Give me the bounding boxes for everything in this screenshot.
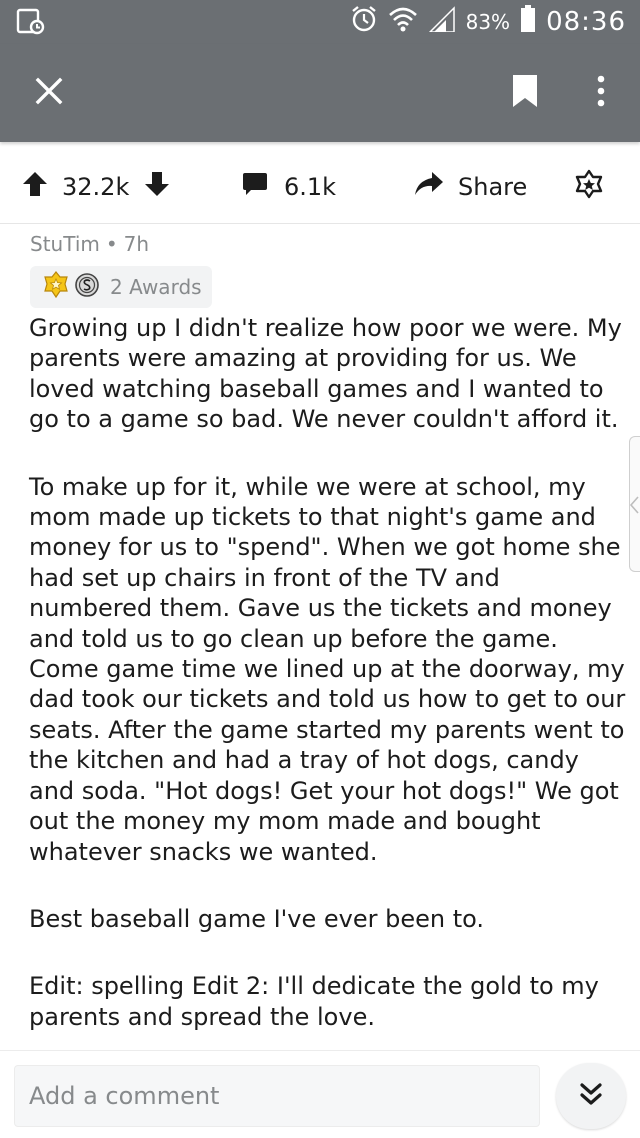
post-action-bar: 32.2k 6.1k Share	[0, 150, 640, 224]
post-paragraph: Edit: spelling Edit 2: I'll dedicate the…	[29, 972, 599, 1031]
share-arrow-icon	[414, 171, 444, 203]
more-options-button[interactable]	[578, 68, 624, 118]
app-bar	[0, 44, 640, 142]
vote-score: 32.2k	[62, 173, 130, 201]
post-paragraph: To make up for it, while we were at scho…	[29, 472, 626, 866]
post-paragraph: Best baseball game I've ever been to.	[29, 904, 485, 933]
award-icon	[574, 169, 604, 205]
wifi-icon	[388, 5, 418, 39]
comment-bubble-icon	[242, 171, 268, 203]
chevron-left-icon	[628, 495, 640, 515]
status-bar: 83% 08:36	[0, 0, 640, 44]
battery-percent: 83%	[465, 10, 511, 34]
downvote-arrow-icon	[144, 171, 170, 203]
meta-separator: •	[105, 232, 118, 256]
upvote-arrow-icon	[22, 171, 48, 203]
downvote-button[interactable]	[144, 150, 170, 224]
bookmark-icon	[511, 74, 539, 112]
share-label[interactable]: Share	[458, 150, 527, 224]
share-button[interactable]	[414, 150, 444, 224]
save-button[interactable]	[502, 68, 548, 118]
battery-icon	[520, 5, 536, 39]
clock: 08:36	[546, 7, 626, 37]
gold-award-icon	[42, 270, 70, 304]
double-chevron-down-icon	[577, 1080, 605, 1112]
author-name[interactable]: StuTim	[30, 232, 100, 256]
post-age: 7h	[123, 232, 150, 256]
close-button[interactable]	[22, 68, 76, 118]
jump-to-comment-button[interactable]	[556, 1063, 626, 1129]
comments-count: 6.1k	[284, 173, 337, 201]
signal-icon	[427, 6, 456, 38]
post-paragraph: Growing up I didn't realize how poor we …	[29, 314, 622, 434]
awards-count-label: 2 Awards	[110, 275, 202, 299]
close-icon	[35, 77, 63, 109]
alarm-icon	[350, 5, 378, 39]
post-meta: StuTim • 7h	[30, 232, 149, 256]
post-body: Growing up I didn't realize how poor we …	[29, 313, 629, 1032]
comments-button[interactable]	[242, 150, 268, 224]
screenshot-notification-icon	[16, 8, 46, 36]
upvote-button[interactable]	[22, 150, 48, 224]
give-award-button[interactable]	[574, 150, 604, 224]
awards-pill[interactable]: 2 Awards	[30, 266, 212, 308]
side-drawer-handle[interactable]	[629, 436, 640, 572]
add-comment-input[interactable]: Add a comment	[14, 1065, 540, 1127]
more-vertical-icon	[597, 75, 605, 111]
silver-award-icon	[74, 272, 100, 303]
comment-bar: Add a comment	[0, 1050, 640, 1138]
